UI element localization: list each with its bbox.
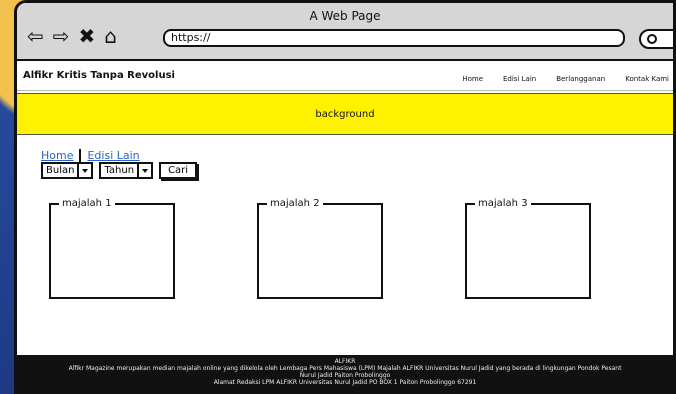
magazine-card-2[interactable]: majalah 2 — [257, 198, 383, 299]
magazine-card-3[interactable]: majalah 3 — [465, 198, 591, 299]
home-icon[interactable]: ⌂ — [104, 25, 117, 47]
nav-link-kontak-kami[interactable]: Kontak Kami — [625, 75, 669, 83]
magazine-title: majalah 3 — [475, 198, 531, 210]
footer-description: Alfikr Magazine merupakan median majalah… — [68, 365, 622, 372]
hero-banner: background — [17, 93, 673, 135]
nav-link-home[interactable]: Home — [462, 75, 483, 83]
chevron-down-icon[interactable] — [137, 164, 151, 177]
address-bar[interactable]: https:// — [163, 29, 625, 47]
window-title: A Web Page — [309, 9, 381, 23]
month-select-value: Bulan — [46, 165, 75, 176]
footer-address: Alamat Redaksi LPM ALFIKR Universitas Nu… — [213, 379, 477, 386]
site-title: Alfikr Kritis Tanpa Revolusi — [23, 70, 175, 81]
year-select-value: Tahun — [104, 165, 135, 176]
breadcrumb: Home Edisi Lain — [41, 149, 140, 163]
nav-link-berlangganan[interactable]: Berlangganan — [556, 75, 605, 83]
magazine-card-1[interactable]: majalah 1 — [49, 198, 175, 299]
month-select[interactable]: Bulan — [41, 162, 94, 179]
footer-brand: ALFIKR — [334, 358, 356, 365]
search-button[interactable]: Cari — [159, 162, 198, 179]
year-select[interactable]: Tahun — [99, 162, 154, 179]
breadcrumb-edisi-lain-link[interactable]: Edisi Lain — [87, 149, 139, 163]
browser-window: A Web Page ⇦ ⇨ ✖ ⌂ https:// Alfikr Kriti… — [14, 0, 676, 394]
search-icon — [647, 34, 657, 44]
close-icon[interactable]: ✖ — [79, 25, 96, 47]
breadcrumb-home-link[interactable]: Home — [41, 149, 73, 163]
footer-location: Nurul Jadid Paiton Probolinggo — [299, 372, 391, 379]
nav-link-edisi-lain[interactable]: Edisi Lain — [503, 75, 536, 83]
breadcrumb-separator — [79, 149, 82, 163]
filter-bar: Bulan Tahun Cari — [41, 162, 198, 179]
nav-controls: ⇦ ⇨ ✖ ⌂ — [27, 25, 117, 47]
site-footer: ALFIKR Alfikr Magazine merupakan median … — [17, 355, 673, 391]
top-nav: Home Edisi Lain Berlangganan Kontak Kami — [462, 75, 673, 83]
back-arrow-icon[interactable]: ⇦ — [27, 25, 44, 47]
browser-search-box[interactable] — [639, 29, 673, 49]
chevron-down-icon[interactable] — [77, 164, 91, 177]
magazine-title: majalah 1 — [59, 198, 115, 210]
browser-toolbar: A Web Page ⇦ ⇨ ✖ ⌂ https:// — [17, 3, 673, 61]
forward-arrow-icon[interactable]: ⇨ — [53, 25, 70, 47]
site-header: Alfikr Kritis Tanpa Revolusi Home Edisi … — [17, 61, 673, 91]
magazine-title: majalah 2 — [267, 198, 323, 210]
